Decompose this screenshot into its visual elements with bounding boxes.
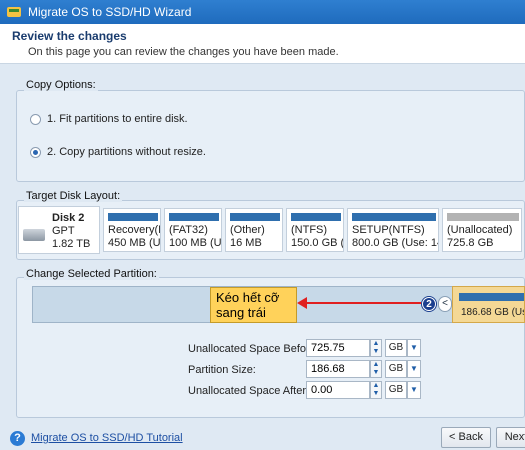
partition-size-unit[interactable]: GB — [385, 360, 407, 378]
partition-name: (Unallocated) — [447, 224, 513, 236]
partition-size: 150.0 GB (U — [291, 237, 344, 249]
partition-name: Recovery(NT — [108, 224, 160, 236]
target-disk-label: Target Disk Layout: — [24, 190, 123, 202]
partition-setup[interactable]: SETUP(NTFS) 800.0 GB (Use: 14 — [347, 208, 439, 252]
tutorial-link[interactable]: Migrate OS to SSD/HD Tutorial — [31, 432, 183, 444]
unallocated-before-spinner[interactable]: ▲ ▼ — [370, 339, 382, 357]
partition-usage-bar — [108, 213, 158, 221]
title-bar: Migrate OS to SSD/HD Wizard — [0, 0, 525, 24]
partition-name: (Other) — [230, 224, 265, 236]
selected-partition-size: 186.68 GB (Use — [461, 307, 524, 318]
copy-options-label: Copy Options: — [24, 79, 98, 91]
partition-ntfs[interactable]: (NTFS) 150.0 GB (U — [286, 208, 344, 252]
selected-partition-block[interactable]: 186.68 GB (Use — [452, 286, 525, 323]
next-button[interactable]: Next — [496, 427, 525, 448]
partition-usage-bar — [352, 213, 436, 221]
partition-unallocated[interactable]: (Unallocated) 725.8 GB — [442, 208, 522, 252]
annotation-callout: Kéo hết cỡ sang trái — [210, 287, 297, 323]
partition-recovery[interactable]: Recovery(NT 450 MB (Use — [103, 208, 161, 252]
app-icon — [7, 7, 21, 17]
annotation-arrow-line — [305, 302, 421, 304]
partition-size-input[interactable] — [306, 360, 370, 378]
partition-usage-bar — [291, 213, 341, 221]
partition-usage-bar — [230, 213, 280, 221]
unallocated-before-input[interactable] — [306, 339, 370, 357]
radio-label: 2. Copy partitions without resize. — [47, 146, 206, 158]
page-title: Review the changes — [12, 29, 127, 43]
partition-usage-bar — [169, 213, 219, 221]
partition-size: 450 MB (Use — [108, 237, 161, 249]
partition-size-label: Partition Size: — [188, 364, 256, 376]
chevron-down-icon[interactable]: ▼ — [407, 360, 421, 378]
window-title: Migrate OS to SSD/HD Wizard — [28, 5, 192, 19]
page-subtitle: On this page you can review the changes … — [28, 46, 339, 58]
partition-usage-bar — [459, 293, 524, 301]
radio-button-icon[interactable] — [30, 113, 41, 125]
chevron-down-icon[interactable]: ▼ — [407, 339, 421, 357]
page-header: Review the changes On this page you can … — [0, 24, 525, 64]
disk-info-card[interactable]: Disk 2 GPT 1.82 TB — [18, 206, 100, 254]
partition-other[interactable]: (Other) 16 MB — [225, 208, 283, 252]
change-partition-label: Change Selected Partition: — [24, 268, 159, 280]
partition-usage-bar — [447, 213, 519, 221]
unallocated-before-label: Unallocated Space Before: — [188, 343, 319, 355]
partition-name: (FAT32) — [169, 224, 208, 236]
unallocated-before-unit[interactable]: GB — [385, 339, 407, 357]
radio-copy-without-resize[interactable]: 2. Copy partitions without resize. — [30, 146, 206, 158]
radio-fit-partitions[interactable]: 1. Fit partitions to entire disk. — [30, 113, 188, 125]
chevron-down-icon[interactable]: ▼ — [407, 381, 421, 399]
help-icon[interactable]: ? — [10, 431, 25, 446]
partition-name: SETUP(NTFS) — [352, 224, 425, 236]
back-button[interactable]: < Back — [441, 427, 491, 448]
annotation-arrow-head-icon — [297, 297, 307, 309]
partition-size-spinner[interactable]: ▲ ▼ — [370, 360, 382, 378]
unallocated-after-spinner[interactable]: ▲ ▼ — [370, 381, 382, 399]
radio-label: 1. Fit partitions to entire disk. — [47, 113, 188, 125]
step-badge: 2 — [422, 297, 436, 311]
partition-size: 16 MB — [230, 237, 262, 249]
partition-size: 800.0 GB (Use: 14 — [352, 237, 439, 249]
unallocated-after-label: Unallocated Space After: — [188, 385, 310, 397]
resize-left-handle[interactable]: < — [438, 296, 452, 312]
copy-options-group — [16, 90, 525, 182]
partition-size: 100 MB (Use — [169, 237, 222, 249]
partition-fat32[interactable]: (FAT32) 100 MB (Use — [164, 208, 222, 252]
unallocated-after-input[interactable] — [306, 381, 370, 399]
disk-size: 1.82 TB — [52, 238, 91, 250]
disk-name: Disk 2 — [52, 212, 85, 224]
unallocated-after-unit[interactable]: GB — [385, 381, 407, 399]
partition-size: 725.8 GB — [447, 237, 494, 249]
partition-name: (NTFS) — [291, 224, 328, 236]
disk-type: GPT — [52, 225, 75, 237]
radio-button-selected-icon[interactable] — [30, 146, 41, 158]
disk-icon — [23, 229, 45, 241]
